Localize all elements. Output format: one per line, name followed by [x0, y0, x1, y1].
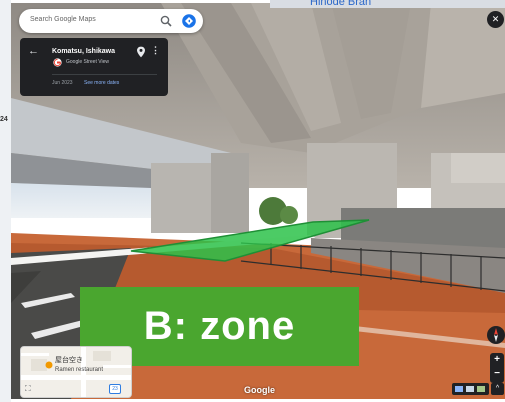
- source-label: Google Street View: [66, 59, 109, 65]
- zoom-control: + −: [490, 353, 504, 383]
- thumb-map-icon: [477, 386, 485, 392]
- compass-button[interactable]: [487, 326, 505, 344]
- left-edge-text: 24: [0, 116, 8, 123]
- google-watermark: Google: [244, 385, 275, 395]
- panel-divider: [52, 74, 157, 75]
- close-button[interactable]: ✕: [487, 11, 504, 28]
- search-icon[interactable]: [159, 14, 173, 28]
- directions-icon[interactable]: [182, 14, 196, 28]
- compass-icon: [494, 328, 498, 342]
- collapse-button[interactable]: ^: [491, 383, 504, 395]
- route-shield: 23: [109, 384, 121, 394]
- zoom-in-button[interactable]: +: [490, 354, 504, 365]
- left-edge-strip: 24: [0, 0, 11, 402]
- capture-date: Jun 2023: [52, 80, 73, 86]
- place-name: Komatsu, Ishikawa: [52, 48, 116, 55]
- zoom-out-button[interactable]: −: [490, 368, 504, 379]
- top-edge-text: Hinode Bran: [310, 0, 372, 8]
- restaurant-marker-icon: [45, 361, 53, 369]
- arrow-left-icon[interactable]: ←: [28, 46, 39, 57]
- thumb-photo-icon: [466, 386, 474, 392]
- close-icon: ✕: [491, 14, 500, 24]
- top-edge-strip: Hinode Bran: [270, 0, 505, 8]
- more-vert-icon[interactable]: ⋮: [151, 46, 160, 55]
- expand-icon[interactable]: ⛶: [25, 384, 31, 394]
- minimap-poi-label: 屋台空き: [55, 357, 83, 364]
- street-view-info-panel: ← Komatsu, Ishikawa Google Street View J…: [20, 38, 168, 96]
- google-logo-icon: [53, 58, 62, 67]
- imagery-thumbnails[interactable]: [452, 383, 489, 395]
- search-box[interactable]: Search Google Maps: [19, 9, 203, 33]
- thumb-sky-icon: [455, 386, 463, 392]
- see-more-dates-link[interactable]: See more dates: [84, 80, 119, 86]
- search-placeholder: Search Google Maps: [30, 16, 96, 23]
- minimap[interactable]: 屋台空き Ramen restaurant ⛶ 23: [20, 346, 132, 398]
- pin-icon[interactable]: [136, 46, 146, 58]
- minimap-restaurant-label: Ramen restaurant: [55, 367, 104, 373]
- chevron-up-icon: ^: [495, 385, 500, 392]
